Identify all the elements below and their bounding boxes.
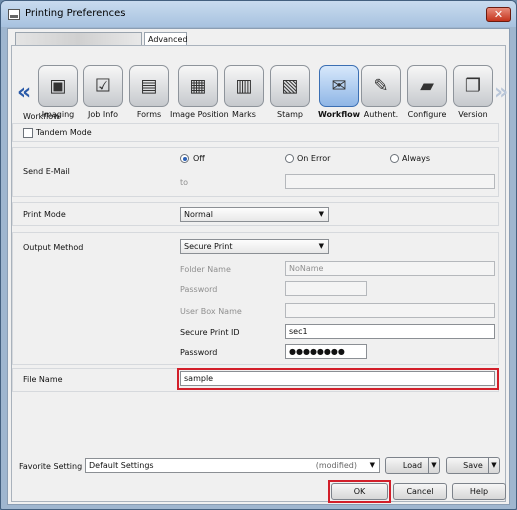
iconbar-item-marks[interactable]: ▥ Marks (222, 65, 266, 119)
iconbar-item-configure[interactable]: ▰ Configure (405, 65, 449, 119)
configure-icon: ▰ (407, 65, 447, 107)
favorite-setting-label: Favorite Setting (19, 462, 83, 471)
workflow-icon: ✉ (319, 65, 359, 107)
output-method-select[interactable]: Secure Print (180, 239, 329, 254)
favorite-setting-select[interactable]: Default Settings (modified) ▼ (85, 458, 380, 473)
print-mode-label: Print Mode (23, 210, 66, 219)
file-name-field[interactable]: sample (180, 371, 495, 386)
favorite-setting-value: Default Settings (89, 461, 154, 470)
send-email-on-error-radio[interactable] (285, 154, 294, 163)
iconbar-item-image-position[interactable]: ▦ Image Position (170, 65, 229, 119)
job-info-icon: ☑ (83, 65, 123, 107)
favorite-modified-text: (modified) (315, 461, 357, 470)
scroll-left-icon[interactable]: « (17, 80, 31, 105)
print-mode-select[interactable]: Normal (180, 207, 329, 222)
tandem-mode-label: Tandem Mode (36, 128, 92, 137)
send-email-label: Send E-Mail (23, 167, 70, 176)
iconbar-item-authent[interactable]: ✎ Authent. (359, 65, 403, 119)
cancel-button[interactable]: Cancel (393, 483, 447, 500)
folder-name-field[interactable]: NoName (285, 261, 495, 276)
secure-print-id-field[interactable]: sec1 (285, 324, 495, 339)
secure-password-label: Password (180, 348, 218, 357)
stamp-icon: ▧ (270, 65, 310, 107)
title-bar[interactable]: Printing Preferences ✕ (1, 1, 516, 27)
save-label: Save (463, 461, 483, 470)
send-email-always-radio[interactable] (390, 154, 399, 163)
forms-icon: ▤ (129, 65, 169, 107)
load-button[interactable]: Load ▼ (385, 457, 440, 474)
marks-icon: ▥ (224, 65, 264, 107)
tab-advanced[interactable]: Advanced (144, 32, 188, 46)
close-button[interactable]: ✕ (486, 7, 511, 22)
chevron-down-icon: ▼ (369, 461, 375, 469)
send-email-to-field[interactable] (285, 174, 495, 189)
workflow-header: Workflow (23, 112, 60, 121)
folder-name-label: Folder Name (180, 265, 231, 274)
iconbar-item-imaging[interactable]: ▣ Imaging (36, 65, 80, 119)
scroll-right-icon[interactable]: » (494, 80, 508, 105)
printer-icon (8, 9, 20, 20)
save-dropdown-icon[interactable]: ▼ (488, 458, 499, 473)
send-email-always-label: Always (402, 154, 431, 163)
version-icon: ❐ (453, 65, 493, 107)
authentication-icon: ✎ (361, 65, 401, 107)
folder-password-label: Password (180, 285, 218, 294)
folder-password-field[interactable] (285, 281, 367, 296)
printing-preferences-window: Printing Preferences ✕ Advanced « » ▣ Im… (0, 0, 517, 510)
secure-password-field[interactable]: ●●●●●●●● (285, 344, 367, 359)
iconbar-item-job-info[interactable]: ☑ Job Info (81, 65, 125, 119)
file-name-label: File Name (23, 375, 63, 384)
image-position-icon: ▦ (178, 65, 218, 107)
send-email-on-error-label: On Error (297, 154, 331, 163)
iconbar-item-workflow[interactable]: ✉ Workflow (314, 65, 364, 119)
save-button[interactable]: Save ▼ (446, 457, 500, 474)
send-email-off-radio[interactable] (180, 154, 189, 163)
load-dropdown-icon[interactable]: ▼ (428, 458, 439, 473)
output-method-label: Output Method (23, 243, 84, 252)
tab-blurred[interactable] (15, 32, 142, 46)
tandem-mode-checkbox[interactable] (23, 128, 33, 138)
send-email-off-label: Off (193, 154, 205, 163)
window-title: Printing Preferences (25, 8, 126, 19)
imaging-icon: ▣ (38, 65, 78, 107)
iconbar-item-version[interactable]: ❐ Version (451, 65, 495, 119)
user-box-name-field[interactable] (285, 303, 495, 318)
secure-print-id-label: Secure Print ID (180, 328, 240, 337)
user-box-name-label: User Box Name (180, 307, 242, 316)
iconbar-item-forms[interactable]: ▤ Forms (127, 65, 171, 119)
help-button[interactable]: Help (452, 483, 506, 500)
send-email-to-label: to (180, 178, 189, 187)
ok-button[interactable]: OK (331, 483, 388, 500)
load-label: Load (402, 461, 423, 470)
iconbar-item-stamp[interactable]: ▧ Stamp (268, 65, 312, 119)
